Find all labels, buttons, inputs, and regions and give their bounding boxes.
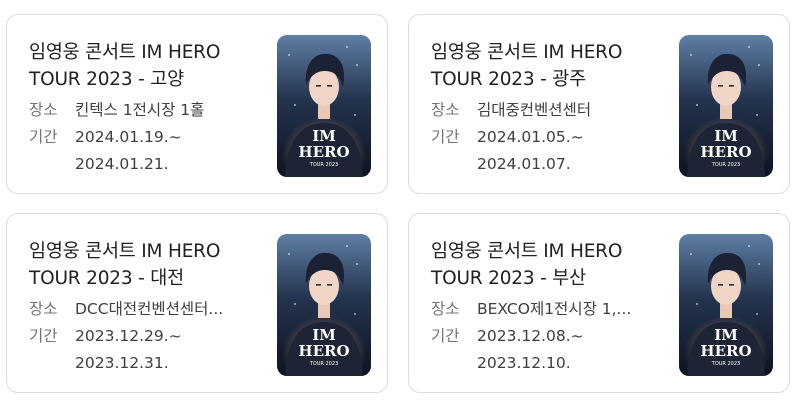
place-value: 김대중컨벤션센터 bbox=[477, 101, 592, 119]
place-value: DCC대전컨벤션센터... bbox=[75, 300, 224, 318]
svg-text:TOUR 2023: TOUR 2023 bbox=[309, 361, 338, 367]
period-end: 2023.12.10. bbox=[477, 354, 571, 372]
concert-title[interactable]: 임영웅 콘서트 IM HERO TOUR 2023 - 고양 bbox=[29, 39, 267, 93]
place-label: 장소 bbox=[29, 101, 58, 119]
svg-text:TOUR 2023: TOUR 2023 bbox=[711, 162, 740, 168]
period-value: 2023.12.08.~ 2023.12.10. bbox=[477, 323, 657, 377]
concert-title-line: 임영웅 콘서트 IM HERO bbox=[29, 241, 221, 262]
place-label: 장소 bbox=[431, 300, 460, 318]
period-value: 2024.01.19.~ 2024.01.21. bbox=[75, 124, 255, 178]
concert-title-line: 임영웅 콘서트 IM HERO bbox=[431, 241, 623, 262]
place-row: 장소 김대중컨벤션센터 bbox=[431, 97, 681, 124]
period-value: 2024.01.05.~ 2024.01.07. bbox=[477, 124, 657, 178]
concert-title-line: 임영웅 콘서트 IM HERO bbox=[431, 42, 623, 63]
period-row: 기간 2023.12.08.~ 2023.12.10. bbox=[431, 323, 681, 377]
concert-card[interactable]: 임영웅 콘서트 IM HERO TOUR 2023 - 고양 장소 킨텍스 1전시… bbox=[6, 14, 388, 194]
period-label: 기간 bbox=[431, 128, 460, 146]
period-end: 2024.01.07. bbox=[477, 155, 571, 173]
concert-title-line: TOUR 2023 - 부산 bbox=[431, 268, 586, 289]
place-row: 장소 BEXCO제1전시장 1,... bbox=[431, 296, 681, 323]
poster-image[interactable]: IM HERO TOUR 2023 bbox=[679, 35, 773, 177]
period-start: 2023.12.08.~ bbox=[477, 327, 584, 345]
period-label: 기간 bbox=[29, 327, 58, 345]
period-value: 2023.12.29.~ 2023.12.31. bbox=[75, 323, 255, 377]
period-start: 2024.01.05.~ bbox=[477, 128, 584, 146]
place-value: 킨텍스 1전시장 1홀 bbox=[75, 101, 205, 119]
concert-title[interactable]: 임영웅 콘서트 IM HERO TOUR 2023 - 대전 bbox=[29, 238, 267, 292]
svg-text:HERO: HERO bbox=[700, 342, 751, 360]
period-row: 기간 2023.12.29.~ 2023.12.31. bbox=[29, 323, 279, 377]
place-value: BEXCO제1전시장 1,... bbox=[477, 300, 632, 318]
place-label: 장소 bbox=[29, 300, 58, 318]
poster-image[interactable]: IM HERO TOUR 2023 bbox=[277, 35, 371, 177]
period-row: 기간 2024.01.05.~ 2024.01.07. bbox=[431, 124, 681, 178]
concert-card[interactable]: 임영웅 콘서트 IM HERO TOUR 2023 - 부산 장소 BEXCO제1… bbox=[408, 213, 790, 393]
place-label: 장소 bbox=[431, 101, 460, 119]
svg-text:TOUR 2023: TOUR 2023 bbox=[309, 162, 338, 168]
period-start: 2024.01.19.~ bbox=[75, 128, 182, 146]
concert-title-line: TOUR 2023 - 광주 bbox=[431, 69, 586, 90]
svg-text:HERO: HERO bbox=[700, 143, 751, 161]
period-row: 기간 2024.01.19.~ 2024.01.21. bbox=[29, 124, 279, 178]
concert-results-grid: 임영웅 콘서트 IM HERO TOUR 2023 - 고양 장소 킨텍스 1전시… bbox=[0, 0, 810, 408]
period-end: 2023.12.31. bbox=[75, 354, 169, 372]
concert-title-line: TOUR 2023 - 대전 bbox=[29, 268, 184, 289]
svg-text:TOUR 2023: TOUR 2023 bbox=[711, 361, 740, 367]
poster-image[interactable]: IM HERO TOUR 2023 bbox=[679, 234, 773, 376]
concert-title-line: TOUR 2023 - 고양 bbox=[29, 69, 184, 90]
concert-title[interactable]: 임영웅 콘서트 IM HERO TOUR 2023 - 광주 bbox=[431, 39, 669, 93]
svg-text:HERO: HERO bbox=[298, 143, 349, 161]
place-row: 장소 DCC대전컨벤션센터... bbox=[29, 296, 279, 323]
poster-image[interactable]: IM HERO TOUR 2023 bbox=[277, 234, 371, 376]
place-row: 장소 킨텍스 1전시장 1홀 bbox=[29, 97, 279, 124]
concert-title[interactable]: 임영웅 콘서트 IM HERO TOUR 2023 - 부산 bbox=[431, 238, 669, 292]
concert-title-line: 임영웅 콘서트 IM HERO bbox=[29, 42, 221, 63]
svg-text:HERO: HERO bbox=[298, 342, 349, 360]
period-end: 2024.01.21. bbox=[75, 155, 169, 173]
period-label: 기간 bbox=[29, 128, 58, 146]
period-start: 2023.12.29.~ bbox=[75, 327, 182, 345]
period-label: 기간 bbox=[431, 327, 460, 345]
concert-card[interactable]: 임영웅 콘서트 IM HERO TOUR 2023 - 대전 장소 DCC대전컨벤… bbox=[6, 213, 388, 393]
concert-card[interactable]: 임영웅 콘서트 IM HERO TOUR 2023 - 광주 장소 김대중컨벤션센… bbox=[408, 14, 790, 194]
